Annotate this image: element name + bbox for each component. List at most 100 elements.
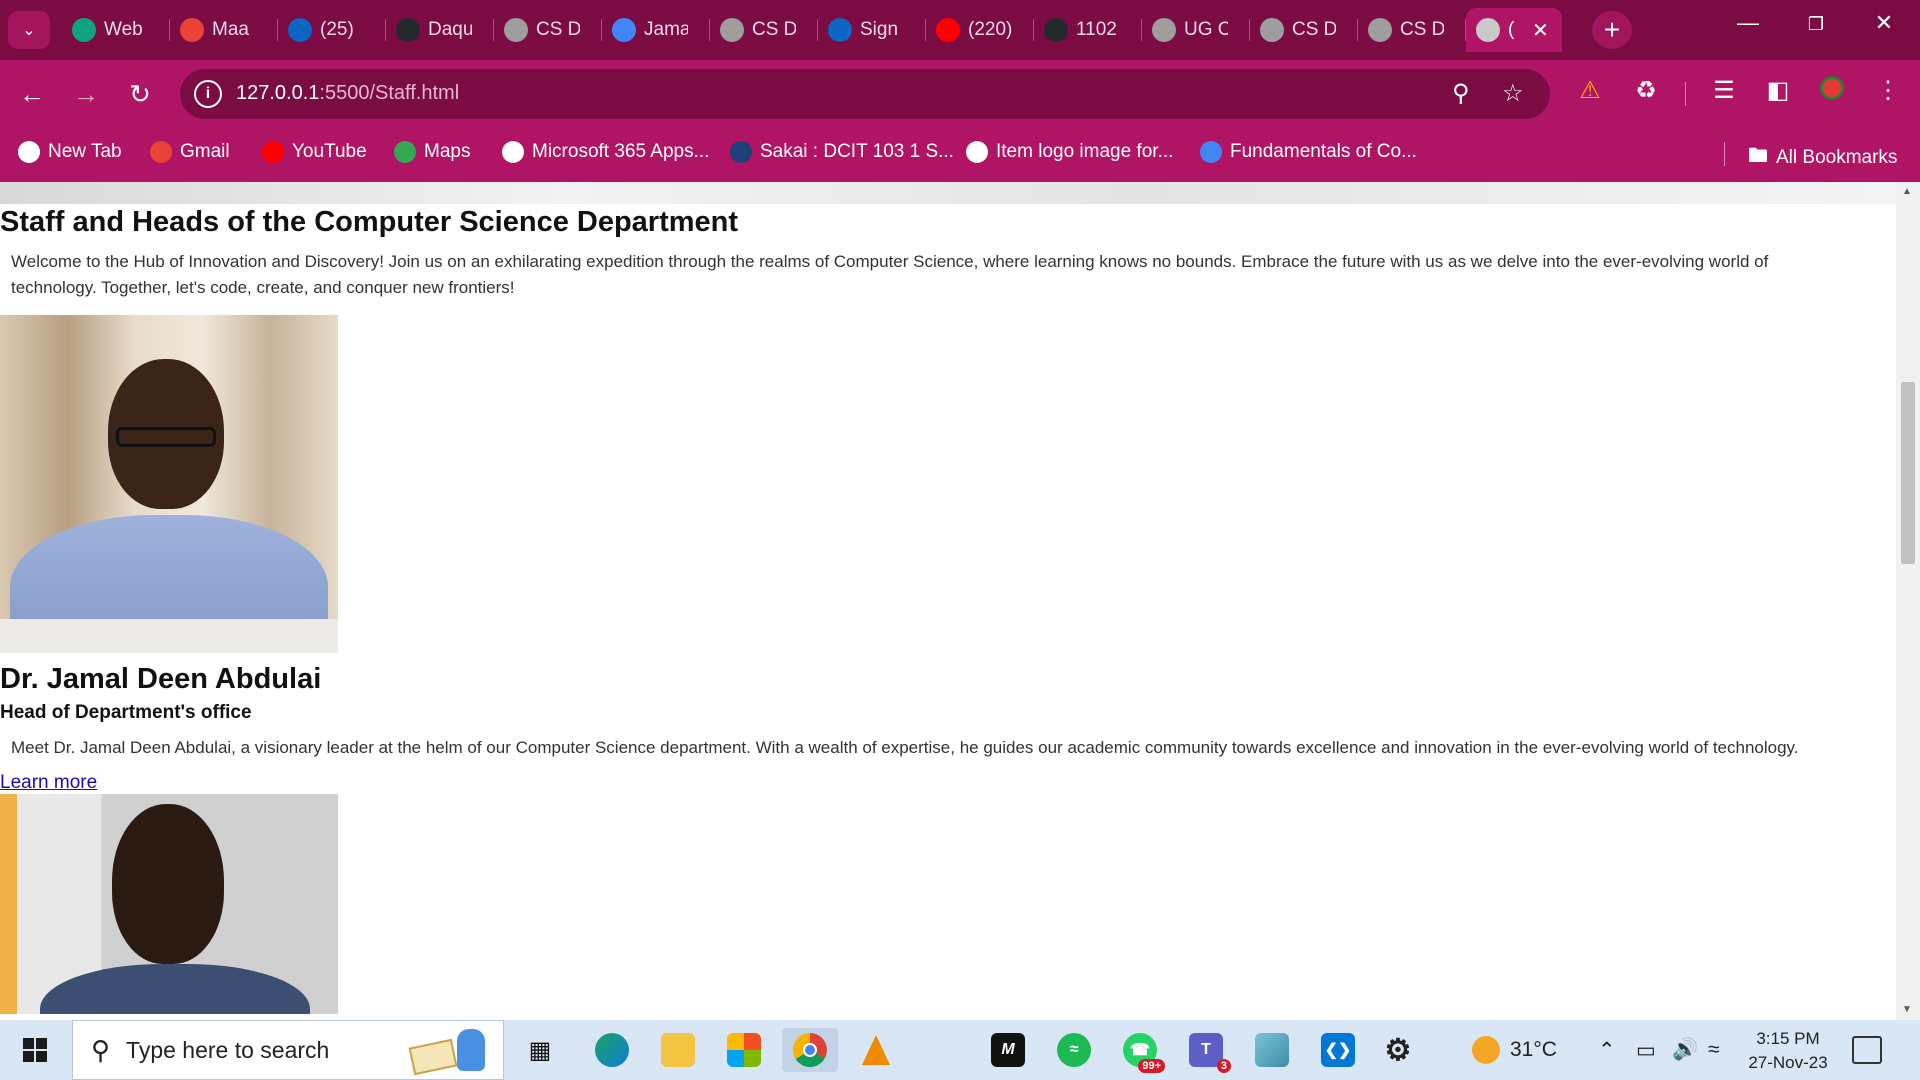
- site-info-icon[interactable]: i: [194, 80, 222, 108]
- teams-badge: 3: [1216, 1059, 1231, 1073]
- bookmark-item[interactable]: Item logo image for...: [966, 141, 1173, 163]
- vscode-icon: ❮❯: [1321, 1033, 1355, 1067]
- bookmark-item[interactable]: Sakai : DCIT 103 1 S...: [730, 141, 954, 163]
- bookmark-item[interactable]: Maps: [394, 141, 470, 163]
- bookmark-label: Maps: [424, 141, 471, 162]
- side-panel-icon[interactable]: ◧: [1760, 76, 1796, 105]
- taskbar-search[interactable]: ⚲ Type here to search: [72, 1020, 504, 1080]
- bookmarks-bar: 🖿 All Bookmarks New Tab Gmail YouTube Maps M…: [0, 128, 1920, 182]
- gmail-icon: [150, 141, 172, 163]
- notes-app[interactable]: [1244, 1028, 1300, 1072]
- bookmark-item[interactable]: Fundamentals of Co...: [1200, 141, 1417, 163]
- whatsapp-app[interactable]: ☎ 99+: [1112, 1028, 1168, 1073]
- show-hidden-icons[interactable]: ⌃: [1598, 1020, 1616, 1080]
- browser-tab[interactable]: CS D: [1358, 8, 1466, 52]
- tab-title: CS D: [536, 19, 580, 40]
- vlc-app[interactable]: [848, 1028, 904, 1072]
- extension-warning-icon[interactable]: ⚠: [1572, 76, 1608, 105]
- globe-icon: [504, 18, 528, 42]
- browser-tab[interactable]: CS D: [710, 8, 818, 52]
- browser-tab[interactable]: Maa: [170, 8, 278, 52]
- maps-icon: [394, 141, 416, 163]
- tab-title: Web: [104, 19, 143, 40]
- spotify-app[interactable]: ≈: [1046, 1028, 1102, 1072]
- profile-avatar[interactable]: [1814, 76, 1850, 107]
- page-scrollbar[interactable]: ▲ ▼: [1896, 182, 1920, 1020]
- browser-tab[interactable]: CS D: [1250, 8, 1358, 52]
- youtube-icon: [936, 18, 960, 42]
- weather-sun-icon: [1472, 1036, 1500, 1064]
- weather-temp: 31°C: [1510, 1038, 1557, 1061]
- bookmark-label: New Tab: [48, 141, 122, 162]
- file-explorer-app[interactable]: [650, 1028, 706, 1072]
- tab-title: Maa: [212, 19, 249, 40]
- volume-icon[interactable]: 🔊: [1672, 1020, 1698, 1080]
- teams-app[interactable]: T3: [1178, 1028, 1234, 1073]
- staff-photo: [0, 315, 338, 653]
- tab-title: CS D: [1292, 19, 1336, 40]
- reload-button[interactable]: ↻: [120, 74, 160, 114]
- forward-button[interactable]: →: [66, 74, 106, 114]
- back-button[interactable]: ←: [12, 74, 52, 114]
- task-view-button[interactable]: ▦: [512, 1028, 568, 1072]
- store-icon: [727, 1033, 761, 1067]
- restore-button[interactable]: ❐: [1796, 14, 1836, 35]
- zoom-icon[interactable]: ⚲: [1452, 79, 1470, 108]
- system-clock[interactable]: 3:15 PM 27-Nov-23: [1740, 1027, 1836, 1075]
- browser-tab[interactable]: 1102: [1034, 8, 1142, 52]
- scroll-thumb[interactable]: [1901, 382, 1915, 564]
- edge-app[interactable]: [584, 1028, 640, 1072]
- vlc-cone-icon: [859, 1033, 893, 1067]
- tab-title: CS D: [752, 19, 796, 40]
- weather-widget[interactable]: 31°C: [1472, 1020, 1557, 1080]
- all-bookmarks-button[interactable]: 🖿 All Bookmarks: [1748, 141, 1897, 175]
- scroll-down-icon[interactable]: ▼: [1902, 1004, 1912, 1015]
- browser-tab[interactable]: Daqu: [386, 8, 494, 52]
- browser-tab[interactable]: (220): [926, 8, 1034, 52]
- tab-search-button[interactable]: ⌄: [8, 11, 50, 49]
- new-tab-button[interactable]: +: [1592, 11, 1632, 49]
- browser-tab[interactable]: (25): [278, 8, 386, 52]
- browser-tab[interactable]: UG C: [1142, 8, 1250, 52]
- bookmark-star-icon[interactable]: ☆: [1502, 79, 1524, 108]
- browser-tab[interactable]: CS D: [494, 8, 602, 52]
- active-browser-tab[interactable]: (✕: [1466, 8, 1562, 52]
- folder-icon: [661, 1033, 695, 1067]
- google-icon: [1200, 141, 1222, 163]
- minimize-button[interactable]: —: [1728, 10, 1768, 36]
- globe-icon: [1476, 18, 1500, 42]
- settings-app[interactable]: ⚙: [1370, 1028, 1426, 1072]
- chrome-app[interactable]: [782, 1028, 838, 1072]
- menu-kebab-icon[interactable]: ⋮: [1870, 76, 1906, 105]
- bookmark-item[interactable]: Microsoft 365 Apps...: [502, 141, 709, 163]
- page-content: Staff and Heads of the Computer Science …: [0, 204, 1896, 1014]
- url-text[interactable]: 127.0.0.1:5500/Staff.html: [236, 82, 459, 105]
- store-app[interactable]: [716, 1028, 772, 1072]
- bookmark-item[interactable]: New Tab: [18, 141, 122, 163]
- learn-more-link[interactable]: Learn more: [0, 772, 97, 794]
- search-icon: ⚲: [91, 1034, 111, 1065]
- bookmark-label: Item logo image for...: [996, 141, 1174, 162]
- globe-icon: [18, 141, 40, 163]
- browser-tab[interactable]: Jama: [602, 8, 710, 52]
- wifi-icon[interactable]: ≈: [1708, 1020, 1720, 1080]
- close-tab-icon[interactable]: ✕: [1532, 18, 1549, 43]
- bookmark-item[interactable]: Gmail: [150, 141, 230, 163]
- m-app[interactable]: M: [980, 1028, 1036, 1072]
- close-window-button[interactable]: ✕: [1864, 10, 1904, 36]
- globe-icon: [1368, 18, 1392, 42]
- extensions-icon[interactable]: ♻: [1628, 76, 1664, 105]
- chrome-icon: [793, 1033, 827, 1067]
- scroll-up-icon[interactable]: ▲: [1902, 186, 1912, 197]
- address-bar[interactable]: i 127.0.0.1:5500/Staff.html ⚲ ☆: [180, 69, 1550, 119]
- browser-tab[interactable]: Sign: [818, 8, 926, 52]
- battery-icon[interactable]: ▭: [1636, 1020, 1656, 1080]
- browser-tab[interactable]: Web: [62, 8, 170, 52]
- globe-icon: [1260, 18, 1284, 42]
- notification-center-icon[interactable]: [1852, 1036, 1882, 1064]
- media-control-icon[interactable]: ☰: [1706, 76, 1742, 105]
- vscode-app[interactable]: ❮❯: [1310, 1028, 1366, 1072]
- start-button[interactable]: [0, 1020, 70, 1080]
- bookmark-item[interactable]: YouTube: [262, 141, 367, 163]
- header-image-strip: [0, 182, 1896, 204]
